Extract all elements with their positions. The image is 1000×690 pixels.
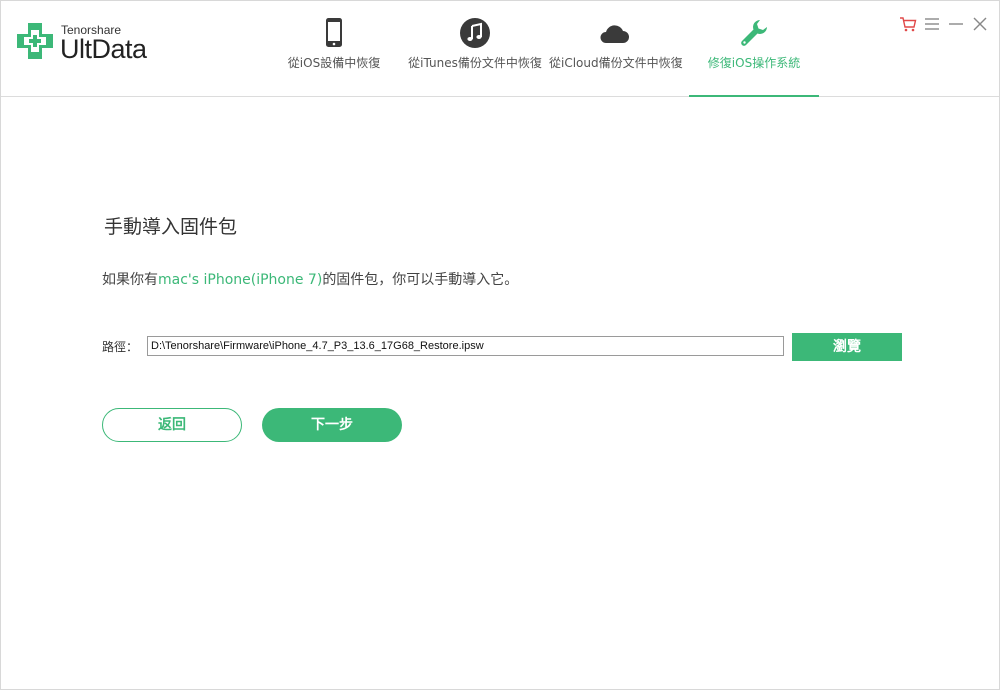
tab-recover-icloud[interactable]: 從iCloud備份文件中恢復 [549,1,683,96]
menu-icon[interactable] [923,15,941,33]
next-button[interactable]: 下一步 [262,408,402,442]
product-name: UltData [60,34,147,64]
desc-prefix: 如果你有 [102,272,158,288]
tab-label: 從iCloud備份文件中恢復 [549,56,683,70]
ultdata-logo-icon [17,23,53,59]
tab-label: 從iTunes備份文件中恢復 [408,56,542,70]
phone-icon [326,18,342,47]
back-button[interactable]: 返回 [102,408,242,442]
minimize-icon[interactable] [947,15,965,33]
header: Tenorshare UltData 從iOS設備中恢復 從iTunes備份文件… [1,1,999,97]
tab-recover-itunes[interactable]: 從iTunes備份文件中恢復 [405,1,545,96]
firmware-path-input[interactable] [147,336,784,356]
device-name: mac's iPhone(iPhone 7) [158,272,323,288]
music-note-icon [460,18,490,48]
path-label: 路徑： [102,340,139,354]
page-title: 手動導入固件包 [104,216,238,238]
tab-recover-ios-device[interactable]: 從iOS設備中恢復 [269,1,399,96]
cart-icon[interactable] [899,15,917,33]
browse-button[interactable]: 瀏覽 [792,333,902,361]
desc-suffix: 的固件包，你可以手動導入它。 [322,272,519,288]
close-icon[interactable] [971,15,989,33]
firmware-description: 如果你有mac's iPhone(iPhone 7)的固件包，你可以手動導入它。 [102,269,518,289]
tab-repair-ios[interactable]: 修復iOS操作系統 [689,1,819,97]
app-window: Tenorshare UltData 從iOS設備中恢復 從iTunes備份文件… [0,0,1000,690]
wrench-icon [741,20,767,46]
tab-label: 修復iOS操作系統 [707,56,801,70]
cloud-icon [600,25,629,43]
tab-label: 從iOS設備中恢復 [287,56,381,70]
